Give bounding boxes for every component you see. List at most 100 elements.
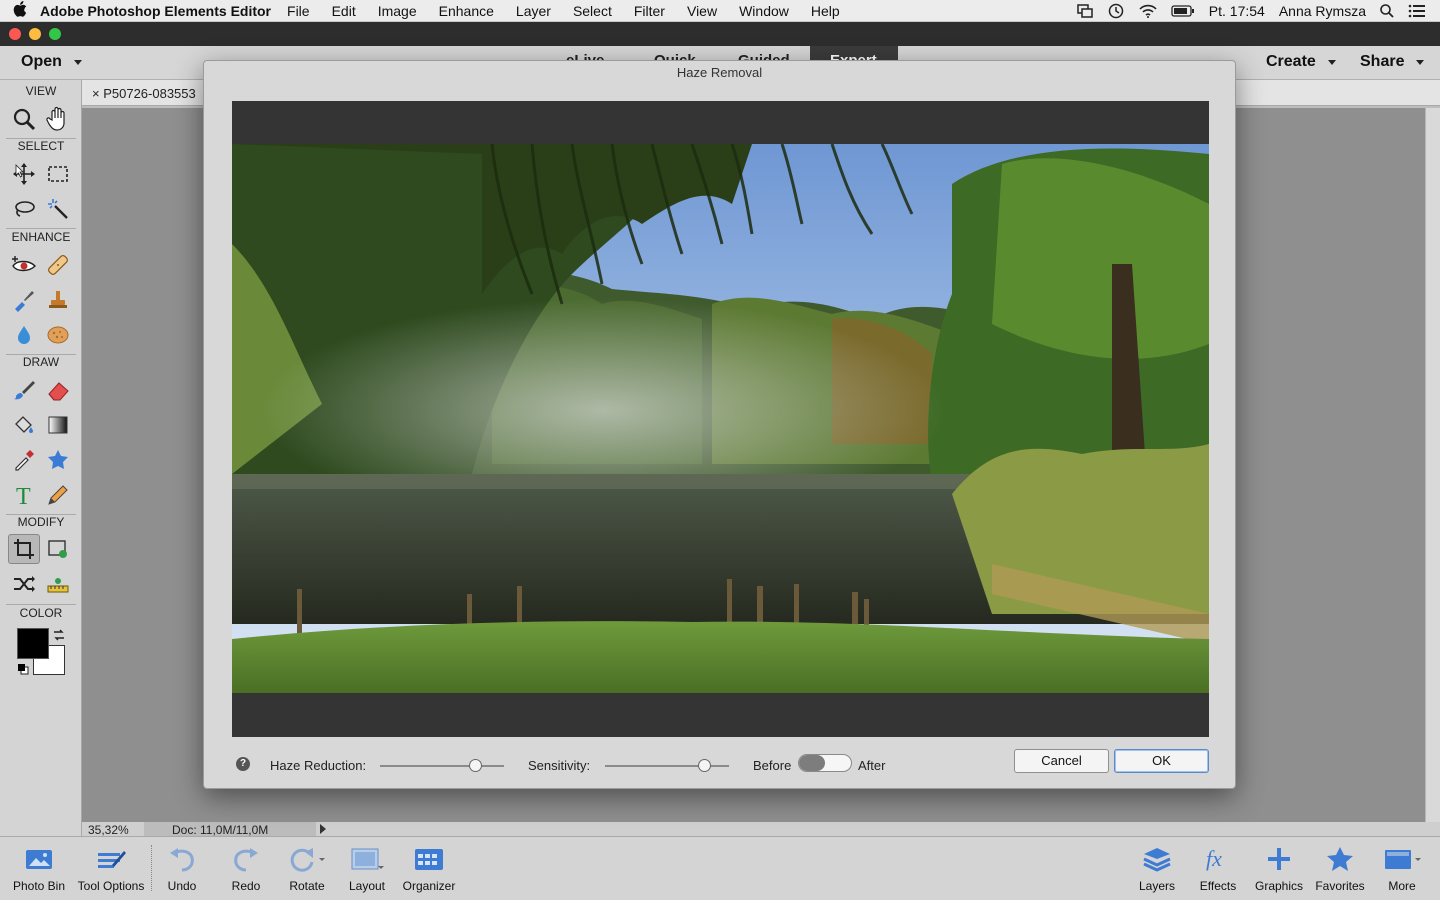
- divider: [6, 228, 76, 229]
- sensitivity-slider[interactable]: [605, 759, 729, 772]
- open-label: Open: [21, 53, 62, 70]
- apple-menu-icon[interactable]: [0, 0, 40, 21]
- blur-tool-icon[interactable]: [8, 320, 40, 350]
- close-window-button[interactable]: [9, 28, 21, 40]
- help-icon[interactable]: ?: [236, 757, 250, 771]
- paint-bucket-tool-icon[interactable]: [8, 410, 40, 440]
- foreground-color-swatch[interactable]: [17, 628, 49, 659]
- haze-reduction-slider[interactable]: [380, 759, 504, 772]
- crop-tool-icon[interactable]: [8, 534, 40, 564]
- before-after-toggle[interactable]: [798, 754, 852, 772]
- pencil-tool-icon[interactable]: [42, 480, 74, 510]
- create-label: Create: [1266, 53, 1316, 70]
- graphics-button[interactable]: Graphics: [1252, 837, 1306, 900]
- undo-button[interactable]: Undo: [160, 837, 204, 900]
- menu-view[interactable]: View: [687, 3, 717, 19]
- spotlight-search-icon[interactable]: [1380, 4, 1394, 18]
- share-button[interactable]: Share: [1360, 53, 1425, 71]
- type-tool-icon[interactable]: T: [8, 480, 40, 510]
- red-eye-tool-icon[interactable]: [8, 250, 40, 280]
- menu-file[interactable]: File: [287, 3, 310, 19]
- menu-image[interactable]: Image: [378, 3, 417, 19]
- create-button[interactable]: Create: [1266, 53, 1336, 71]
- organizer-label: Organizer: [402, 879, 456, 893]
- smart-brush-tool-icon[interactable]: [8, 285, 40, 315]
- haze-removal-dialog: Haze Removal ? Haze Reduction: Sensitivi…: [203, 60, 1236, 789]
- swap-colors-icon[interactable]: [52, 628, 66, 647]
- organizer-icon: [414, 837, 444, 881]
- window-title-bar: [0, 22, 1440, 46]
- rotate-button[interactable]: Rotate: [284, 837, 330, 900]
- effects-button[interactable]: fx Effects: [1194, 837, 1242, 900]
- graphics-plus-icon: [1266, 837, 1292, 881]
- favorites-button[interactable]: Favorites: [1312, 837, 1368, 900]
- undo-label: Undo: [167, 879, 197, 893]
- dialog-title: Haze Removal: [676, 65, 763, 80]
- gradient-tool-icon[interactable]: [42, 410, 74, 440]
- wifi-icon[interactable]: [1139, 4, 1157, 18]
- layout-button[interactable]: Layout: [346, 837, 388, 900]
- zoom-level[interactable]: 35,32%: [88, 823, 129, 837]
- preview-panel: [232, 101, 1209, 737]
- status-menu-arrow-icon[interactable]: [320, 824, 326, 834]
- marquee-tool-icon[interactable]: [42, 159, 74, 189]
- sponge-tool-icon[interactable]: [42, 320, 74, 350]
- section-enhance: ENHANCE: [11, 230, 71, 244]
- bottom-taskbar: Photo Bin Tool Options Undo Redo Rotate …: [0, 836, 1440, 900]
- sensitivity-slider-thumb[interactable]: [697, 759, 711, 772]
- brush-tool-icon[interactable]: [8, 375, 40, 405]
- favorites-label: Favorites: [1315, 879, 1365, 893]
- photo-bin-button[interactable]: Photo Bin: [8, 837, 70, 900]
- more-button[interactable]: More: [1380, 837, 1424, 900]
- share-label: Share: [1360, 53, 1405, 70]
- time-machine-icon[interactable]: [1107, 3, 1125, 19]
- haze-reduction-slider-thumb[interactable]: [468, 759, 482, 772]
- clock[interactable]: Pt. 17:54: [1209, 3, 1265, 19]
- rotate-label: Rotate: [289, 879, 325, 893]
- redo-button[interactable]: Redo: [224, 837, 268, 900]
- open-button[interactable]: Open: [21, 53, 82, 71]
- custom-shape-tool-icon[interactable]: [42, 445, 74, 475]
- vertical-scrollbar[interactable]: [1425, 108, 1440, 822]
- section-select: SELECT: [17, 139, 65, 153]
- default-colors-icon[interactable]: [17, 662, 29, 680]
- organizer-button[interactable]: Organizer: [399, 837, 459, 900]
- ok-button[interactable]: OK: [1114, 749, 1209, 773]
- rotate-icon: [287, 837, 327, 881]
- zoom-tool-icon[interactable]: [8, 104, 40, 134]
- menu-help[interactable]: Help: [811, 3, 840, 19]
- menu-filter[interactable]: Filter: [634, 3, 665, 19]
- controls-row: ? Haze Reduction: Sensitivity: Before Af…: [204, 749, 1235, 781]
- user-name[interactable]: Anna Rymsza: [1279, 3, 1366, 19]
- menu-enhance[interactable]: Enhance: [439, 3, 494, 19]
- redo-label: Redo: [231, 879, 261, 893]
- zoom-window-button[interactable]: [49, 28, 61, 40]
- layers-button[interactable]: Layers: [1134, 837, 1180, 900]
- battery-icon[interactable]: [1171, 5, 1195, 17]
- hand-tool-icon[interactable]: [42, 104, 74, 134]
- divider: [6, 604, 76, 605]
- spot-healing-brush-icon[interactable]: [42, 250, 74, 280]
- more-label: More: [1388, 879, 1416, 893]
- menu-layer[interactable]: Layer: [516, 3, 551, 19]
- tool-options-button[interactable]: Tool Options: [74, 837, 148, 900]
- color-picker-tool-icon[interactable]: [8, 445, 40, 475]
- menu-window[interactable]: Window: [739, 3, 789, 19]
- recompose-tool-icon[interactable]: [42, 534, 74, 564]
- straighten-tool-icon[interactable]: [42, 569, 74, 599]
- content-aware-move-tool-icon[interactable]: [8, 569, 40, 599]
- move-tool-icon[interactable]: [8, 159, 40, 189]
- cancel-button[interactable]: Cancel: [1014, 749, 1109, 773]
- minimize-window-button[interactable]: [29, 28, 41, 40]
- quick-selection-tool-icon[interactable]: [42, 194, 74, 224]
- doc-size: Doc: 11,0M/11,0M: [144, 822, 316, 837]
- eraser-tool-icon[interactable]: [42, 375, 74, 405]
- menu-edit[interactable]: Edit: [332, 3, 356, 19]
- clone-stamp-tool-icon[interactable]: [42, 285, 74, 315]
- menu-select[interactable]: Select: [573, 3, 612, 19]
- app-name[interactable]: Adobe Photoshop Elements Editor: [40, 3, 271, 19]
- notification-center-icon[interactable]: [1408, 4, 1426, 18]
- lasso-tool-icon[interactable]: [8, 194, 40, 224]
- screen-mirroring-icon[interactable]: [1077, 4, 1093, 18]
- toggle-knob[interactable]: [799, 755, 825, 771]
